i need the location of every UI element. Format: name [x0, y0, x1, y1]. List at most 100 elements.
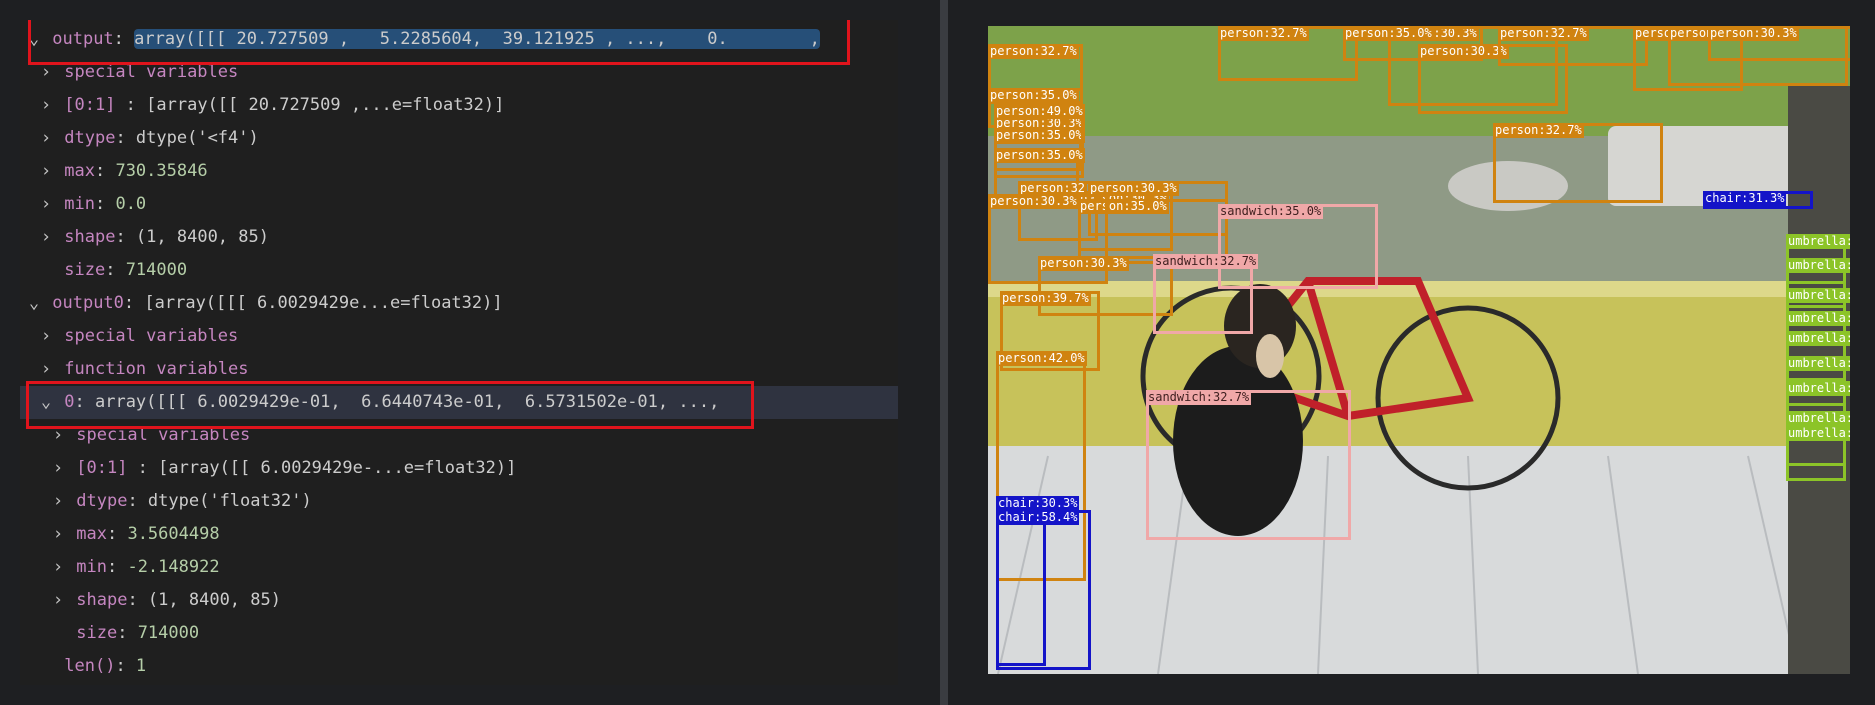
detection-label: person:32.7% — [1493, 123, 1584, 138]
variable-name: output0 — [52, 293, 124, 313]
variable-row-10[interactable]: › special variables — [20, 320, 898, 353]
variable-name: special variables — [64, 62, 239, 82]
chevron-right-icon[interactable]: › — [50, 584, 66, 617]
variable-value: (1, 8400, 85) — [147, 590, 281, 610]
variable-row-17[interactable]: › min: -2.148922 — [20, 551, 898, 584]
chevron-right-icon[interactable]: › — [38, 188, 54, 221]
chevron-right-icon[interactable]: › — [50, 551, 66, 584]
detection-label: umbrella:32 — [1786, 258, 1850, 273]
chevron-right-icon[interactable]: › — [38, 122, 54, 155]
variable-row-14[interactable]: › [0:1] : [array([[ 6.0029429e-...e=floa… — [20, 452, 898, 485]
detection-label: umbrella:32 — [1786, 331, 1850, 346]
detection-label: person:35.0% — [988, 88, 1079, 103]
detection-label: person:30.3% — [988, 194, 1079, 209]
detection-label: person:35.0% — [1343, 26, 1434, 41]
variable-name: min — [64, 194, 95, 214]
chevron-right-icon[interactable]: › — [50, 518, 66, 551]
detection-label: sandwich:32.7% — [1146, 390, 1252, 405]
detection-label: person:32.7% — [1498, 26, 1589, 41]
detection-label: umbrella:32 — [1786, 234, 1850, 249]
no-chevron — [50, 617, 66, 650]
panel-divider[interactable] — [940, 0, 948, 705]
detection-label: sandwich:32.7% — [1153, 254, 1259, 269]
variable-name: max — [64, 161, 95, 181]
variable-row-9[interactable]: ⌄ output0: [array([[[ 6.0029429e...e=flo… — [20, 287, 898, 320]
scene-background — [988, 26, 1850, 674]
variable-value: -2.148922 — [127, 557, 220, 577]
variable-name: special variables — [64, 326, 239, 346]
chevron-right-icon[interactable]: › — [38, 155, 54, 188]
detection-box: chair:58.4% — [996, 510, 1091, 670]
variable-row-18[interactable]: › shape: (1, 8400, 85) — [20, 584, 898, 617]
separator: : — [106, 557, 128, 577]
variable-name: function variables — [64, 359, 249, 379]
chevron-right-icon[interactable]: › — [50, 452, 66, 485]
separator: : — [94, 161, 116, 181]
separator: : — [123, 293, 145, 313]
detection-box: person:30.3% — [1708, 26, 1850, 61]
separator: : — [106, 524, 128, 544]
variable-row-16[interactable]: › max: 3.5604498 — [20, 518, 898, 551]
detection-label: person:35.0% — [994, 148, 1085, 163]
variable-value: 3.5604498 — [127, 524, 220, 544]
variable-name: dtype — [64, 128, 116, 148]
highlight-box-output — [28, 20, 850, 65]
variable-name: dtype — [76, 491, 128, 511]
variable-value: (1, 8400, 85) — [135, 227, 269, 247]
separator: : — [105, 260, 126, 280]
variable-row-19[interactable]: size: 714000 — [20, 617, 898, 650]
chevron-right-icon[interactable]: › — [38, 89, 54, 122]
detection-label: person:49.0% — [994, 104, 1085, 119]
detection-box: person:32.7% — [1218, 26, 1358, 81]
detection-label: umbrella:32 — [1786, 311, 1850, 326]
variable-name: shape — [76, 590, 128, 610]
detection-label: person:30.3% — [1708, 26, 1799, 41]
no-chevron — [38, 254, 54, 287]
variable-row-4[interactable]: › dtype: dtype('<f4') — [20, 122, 898, 155]
variable-name: max — [76, 524, 107, 544]
detection-label: umbrella:35 — [1786, 288, 1850, 303]
detection-label: umbrella:32 — [1786, 356, 1850, 371]
detection-box: person:32.7% — [1493, 123, 1663, 203]
chevron-down-icon[interactable]: ⌄ — [26, 287, 42, 320]
detection-label: person:39.7% — [1000, 291, 1091, 306]
variable-name: len() — [64, 656, 116, 676]
detection-label: umbrella:32 — [1786, 411, 1850, 426]
variable-name: [0:1] — [76, 458, 128, 478]
detection-label: chair:31.3% — [1703, 191, 1787, 206]
separator: : — [127, 590, 148, 610]
variable-row-8[interactable]: size: 714000 — [20, 254, 898, 287]
separator: : — [115, 656, 136, 676]
detection-label: person:30.3% — [1038, 256, 1129, 271]
chevron-right-icon[interactable]: › — [38, 320, 54, 353]
variable-value: 730.35846 — [115, 161, 208, 181]
detection-box: sandwich:32.7% — [1153, 254, 1259, 334]
detection-label: person:32.7% — [988, 44, 1079, 59]
variable-row-7[interactable]: › shape: (1, 8400, 85) — [20, 221, 898, 254]
variable-row-6[interactable]: › min: 0.0 — [20, 188, 898, 221]
detection-label: sandwich:35.0% — [1218, 204, 1324, 219]
variable-row-3[interactable]: › [0:1] : [array([[ 20.727509 ,...e=floa… — [20, 89, 898, 122]
variable-name: size — [76, 623, 118, 643]
variable-value: 0.0 — [115, 194, 147, 214]
variable-value: dtype('<f4') — [135, 128, 259, 148]
detection-box: person:32.7% — [1498, 26, 1648, 66]
variable-value: [array([[[ 6.0029429e...e=float32)] — [144, 293, 503, 313]
detection-box: person:49.0% — [994, 104, 1085, 144]
chevron-right-icon[interactable]: › — [38, 221, 54, 254]
detection-label: person:42.0% — [996, 351, 1087, 366]
variable-name: shape — [64, 227, 116, 247]
variable-row-20[interactable]: len(): 1 — [20, 650, 898, 683]
separator: : — [94, 194, 116, 214]
separator: : — [115, 227, 136, 247]
detection-label: chair:30.3% — [996, 496, 1080, 511]
separator: : — [117, 623, 138, 643]
separator: : — [115, 128, 136, 148]
variable-row-15[interactable]: › dtype: dtype('float32') — [20, 485, 898, 518]
variable-name: size — [64, 260, 106, 280]
no-chevron — [38, 650, 54, 683]
variable-name: min — [76, 557, 107, 577]
chevron-right-icon[interactable]: › — [50, 485, 66, 518]
detection-label: umbrella:32 — [1786, 381, 1850, 396]
variable-row-5[interactable]: › max: 730.35846 — [20, 155, 898, 188]
